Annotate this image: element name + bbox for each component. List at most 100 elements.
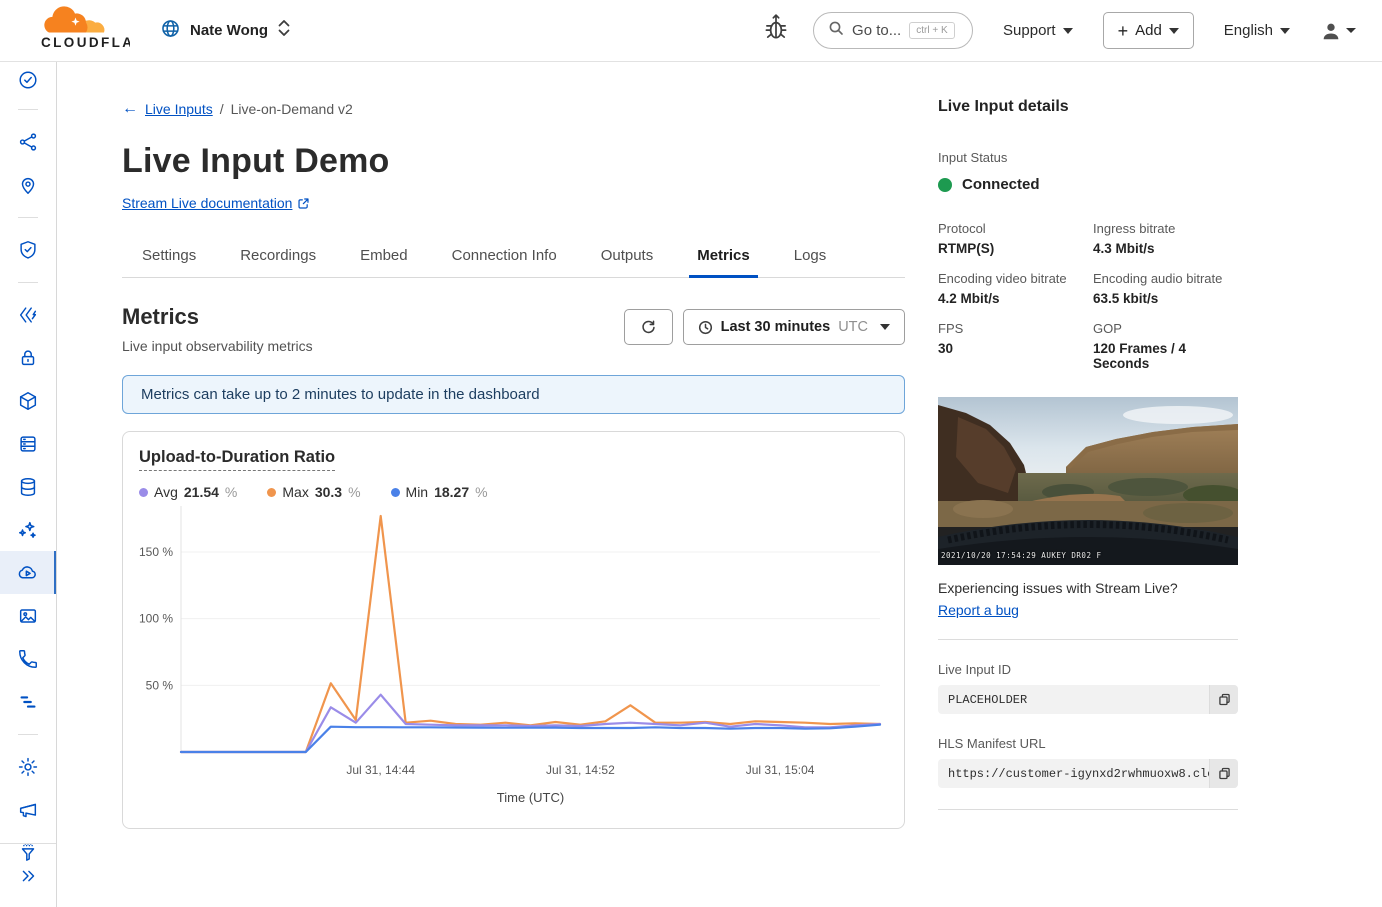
- issues-text: Experiencing issues with Stream Live?: [938, 580, 1238, 596]
- time-range-value: Last 30 minutes: [721, 319, 831, 335]
- legend-dot-max: [267, 488, 276, 497]
- details-grid: ProtocolRTMP(S) Ingress bitrate4.3 Mbit/…: [938, 221, 1238, 371]
- sidebar-item-pipelines[interactable]: [0, 680, 56, 723]
- sidebar-item-location[interactable]: [0, 163, 56, 206]
- refresh-icon: [640, 319, 657, 336]
- workers-cube-icon: [17, 390, 39, 412]
- profile-menu[interactable]: [1320, 20, 1356, 42]
- tab-settings[interactable]: Settings: [140, 237, 198, 277]
- sidebar-item-settings[interactable]: [0, 745, 56, 788]
- stream-docs-link[interactable]: Stream Live documentation: [122, 195, 292, 211]
- status-dot-connected: [938, 178, 952, 192]
- sidebar-item-security[interactable]: [0, 228, 56, 271]
- chevron-down-icon: [1169, 28, 1179, 34]
- report-bug-link[interactable]: Report a bug: [938, 602, 1019, 618]
- copy-hls-url-button[interactable]: [1209, 759, 1238, 788]
- video-bitrate-value: 4.2 Mbit/s: [938, 291, 1083, 306]
- protocol-label: Protocol: [938, 221, 1083, 236]
- sidebar-item-stream[interactable]: [0, 551, 56, 594]
- legend-item-max: Max 30.3 %: [267, 484, 360, 500]
- svg-text:Jul 31, 14:52: Jul 31, 14:52: [546, 763, 615, 777]
- hls-manifest-url-field: https://customer-igynxd2rwhmuoxw8.cloudf: [938, 759, 1238, 788]
- divider: [938, 639, 1238, 640]
- chevron-down-icon: [1280, 28, 1290, 34]
- chevron-down-icon: [1346, 28, 1356, 33]
- sidebar-item-notifications[interactable]: [0, 788, 56, 831]
- clock-icon: [698, 320, 713, 335]
- chart-legend: Avg 21.54 % Max 30.3 % Min 18.27 %: [139, 484, 888, 500]
- hls-manifest-url-label: HLS Manifest URL: [938, 736, 1238, 751]
- breadcrumb-back-link[interactable]: Live Inputs: [145, 101, 213, 117]
- copy-live-input-id-button[interactable]: [1209, 685, 1238, 714]
- ingress-bitrate-label: Ingress bitrate: [1093, 221, 1238, 236]
- sidebar-divider: [0, 723, 56, 745]
- legend-item-min: Min 18.27 %: [391, 484, 488, 500]
- tab-metrics[interactable]: Metrics: [695, 237, 752, 277]
- megaphone-icon: [17, 799, 39, 821]
- upload-duration-chart: 50 %100 %150 %Jul 31, 14:44Jul 31, 14:52…: [139, 500, 890, 810]
- select-updown-icon: [277, 18, 291, 43]
- hls-manifest-url-value[interactable]: https://customer-igynxd2rwhmuoxw8.cloudf: [938, 759, 1209, 788]
- refresh-button[interactable]: [624, 309, 673, 345]
- metrics-subheading: Live input observability metrics: [122, 338, 313, 354]
- legend-dot-avg: [139, 488, 148, 497]
- video-preview-frame: [938, 397, 1238, 565]
- account-name: Nate Wong: [190, 22, 268, 39]
- collapse-chevrons-icon: [17, 865, 39, 887]
- sidebar-item-calls[interactable]: [0, 637, 56, 680]
- sidebar-divider: [0, 206, 56, 228]
- sidebar-item-ssl[interactable]: [0, 336, 56, 379]
- chart-title[interactable]: Upload-to-Duration Ratio: [139, 448, 335, 471]
- left-nav: [0, 62, 57, 907]
- tab-connection-info[interactable]: Connection Info: [450, 237, 559, 277]
- input-status-value: Connected: [962, 176, 1040, 193]
- bug-report-icon[interactable]: [763, 13, 789, 48]
- sidebar-item-images[interactable]: [0, 594, 56, 637]
- global-search[interactable]: Go to... ctrl + K: [813, 12, 973, 49]
- account-switcher[interactable]: Nate Wong: [160, 18, 291, 44]
- info-banner: Metrics can take up to 2 minutes to upda…: [122, 375, 905, 414]
- add-button[interactable]: + Add: [1103, 12, 1194, 49]
- gop-value: 120 Frames / 4 Seconds: [1093, 341, 1238, 371]
- tab-logs[interactable]: Logs: [792, 237, 829, 277]
- sidebar-collapse[interactable]: [0, 843, 56, 907]
- sidebar-item-storage[interactable]: [0, 422, 56, 465]
- sidebar-item-speed[interactable]: [0, 293, 56, 336]
- video-timestamp-overlay: 2021/10/20 17:54:29 AUKEY DR02 F: [941, 551, 1102, 560]
- support-menu[interactable]: Support: [1003, 22, 1073, 39]
- svg-text:Time (UTC): Time (UTC): [497, 790, 564, 805]
- sidebar-item-time-check[interactable]: [0, 62, 56, 98]
- input-status-label: Input Status: [938, 150, 1238, 165]
- live-input-id-field: PLACEHOLDER: [938, 685, 1238, 714]
- lock-icon: [17, 347, 39, 369]
- gear-icon: [17, 756, 39, 778]
- breadcrumb: ← Live Inputs / Live-on-Demand v2: [122, 100, 905, 118]
- svg-text:Jul 31, 15:04: Jul 31, 15:04: [746, 763, 815, 777]
- search-icon: [828, 20, 844, 41]
- sidebar-item-ai[interactable]: [0, 508, 56, 551]
- shield-icon: [17, 239, 39, 261]
- time-check-icon: [17, 69, 39, 91]
- sidebar-item-database[interactable]: [0, 465, 56, 508]
- tab-embed[interactable]: Embed: [358, 237, 410, 277]
- tab-outputs[interactable]: Outputs: [599, 237, 656, 277]
- copy-icon: [1217, 692, 1232, 707]
- person-icon: [1320, 20, 1342, 42]
- stream-cloud-play-icon: [16, 561, 39, 584]
- sidebar-item-workers[interactable]: [0, 379, 56, 422]
- page-title: Live Input Demo: [122, 142, 905, 181]
- live-input-id-value[interactable]: PLACEHOLDER: [938, 685, 1209, 714]
- time-range-dropdown[interactable]: Last 30 minutes UTC: [683, 309, 905, 345]
- tab-recordings[interactable]: Recordings: [238, 237, 318, 277]
- language-menu[interactable]: English: [1224, 22, 1290, 39]
- metrics-heading: Metrics: [122, 304, 313, 330]
- chart-card: Upload-to-Duration Ratio Avg 21.54 % Max…: [122, 431, 905, 829]
- sidebar-item-network[interactable]: [0, 120, 56, 163]
- audio-bitrate-value: 63.5 kbit/s: [1093, 291, 1238, 306]
- globe-icon: [160, 18, 181, 44]
- breadcrumb-separator: /: [220, 101, 224, 117]
- image-icon: [17, 605, 39, 627]
- chevron-down-icon: [880, 324, 890, 330]
- cloudflare-logo[interactable]: CLOUDFLARE: [14, 6, 130, 55]
- timezone-label: UTC: [838, 319, 868, 335]
